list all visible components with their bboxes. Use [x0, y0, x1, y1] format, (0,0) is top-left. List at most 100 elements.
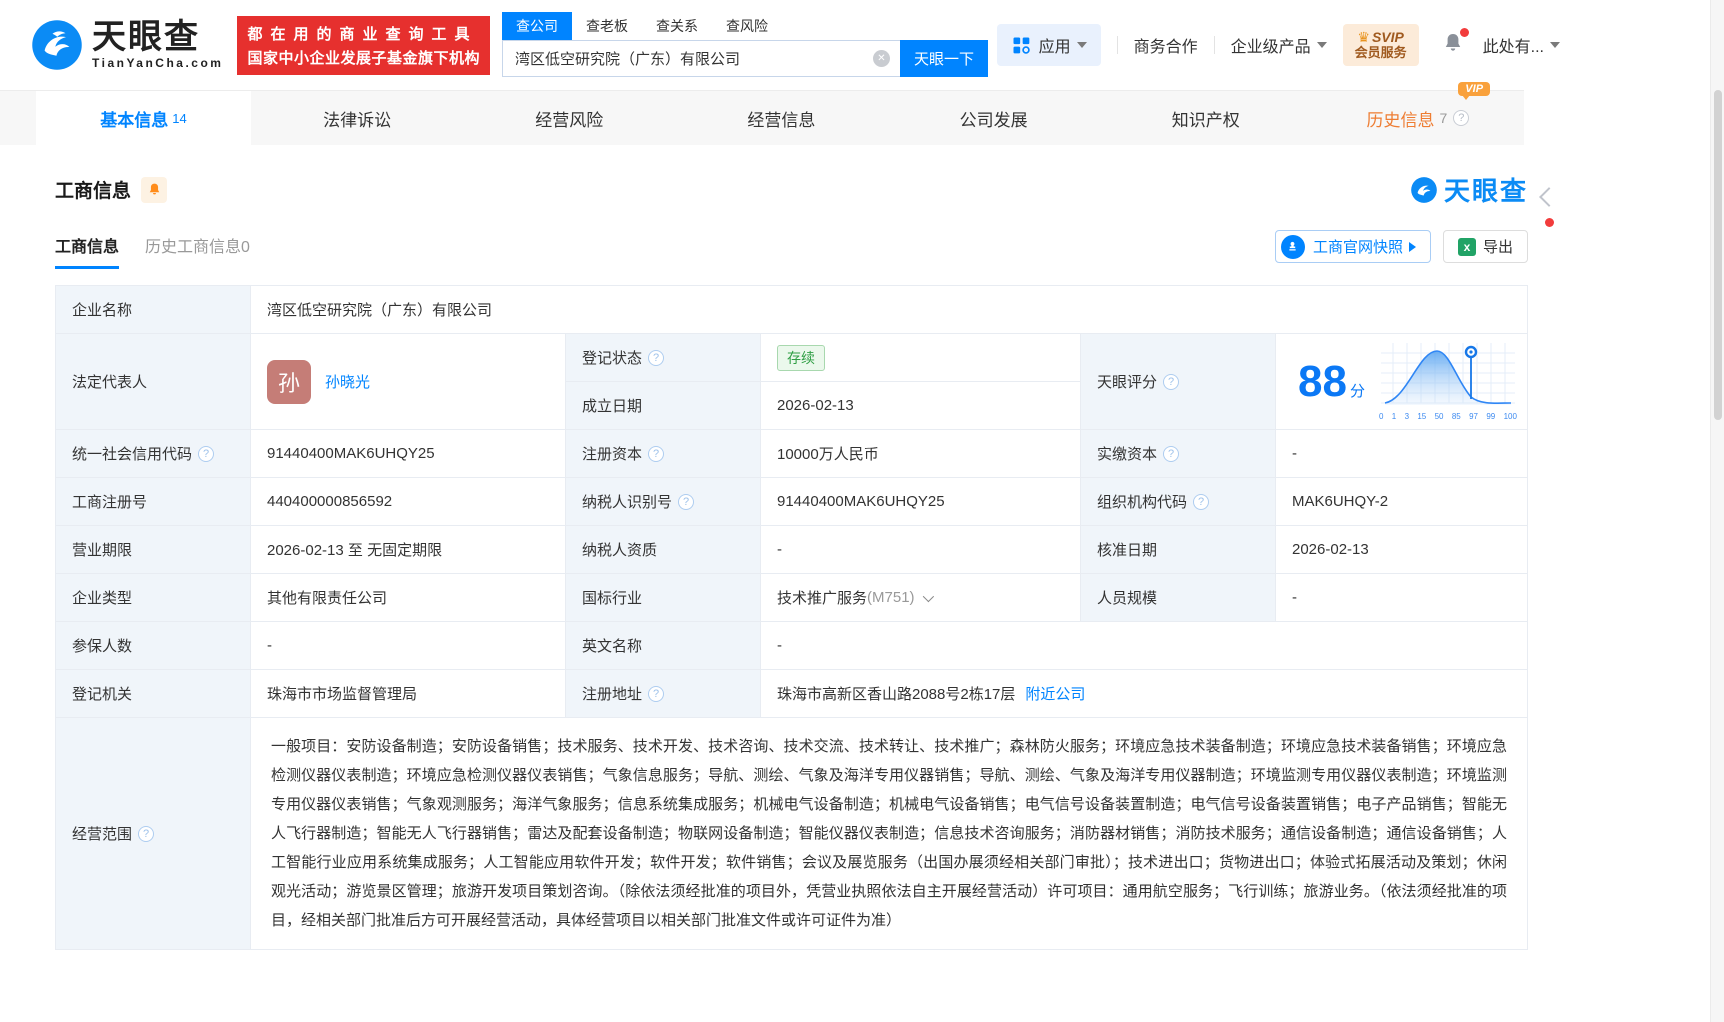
reg-authority-label: 登记机关 — [56, 670, 251, 717]
clear-icon[interactable]: ✕ — [873, 50, 890, 67]
subscribe-bell-button[interactable] — [141, 177, 167, 203]
export-button[interactable]: x 导出 — [1443, 230, 1528, 263]
chevron-down-icon — [1077, 42, 1087, 48]
excel-icon: x — [1458, 238, 1476, 256]
header-right: 应用 商务合作 企业级产品 ♛SVIP 会员服务 — [997, 24, 1560, 66]
help-icon[interactable]: ? — [648, 686, 664, 702]
official-snapshot-button[interactable]: 工商官网快照 — [1275, 230, 1431, 263]
chevron-left-icon — [1539, 187, 1559, 207]
table-row: 工商注册号 440400000856592 纳税人识别号? 91440400MA… — [56, 478, 1527, 526]
apps-button[interactable]: 应用 — [997, 24, 1101, 66]
table-row: 法定代表人 孙 孙晓光 登记状态 ? 存续 — [56, 334, 1527, 430]
search-tab-relation[interactable]: 查关系 — [642, 12, 712, 40]
tab-legal-proceedings[interactable]: 法律诉讼 — [251, 91, 463, 145]
help-icon[interactable]: ? — [1163, 374, 1179, 390]
slogan-line-2: 国家中小企业发展子基金旗下机构 — [247, 47, 480, 68]
svip-badge[interactable]: ♛SVIP 会员服务 — [1343, 24, 1419, 66]
tab-operation-info[interactable]: 经营信息 — [675, 91, 887, 145]
search-tab-boss[interactable]: 查老板 — [572, 12, 642, 40]
search-button[interactable]: 天眼一下 — [900, 40, 988, 77]
nearby-companies-link[interactable]: 附近公司 — [1025, 683, 1085, 704]
company-type-value: 其他有限责任公司 — [251, 574, 566, 621]
score-distribution-chart: 0131550859799100 — [1379, 343, 1517, 421]
tab-intellectual-property[interactable]: 知识产权 — [1100, 91, 1312, 145]
help-icon[interactable]: ? — [1163, 446, 1179, 462]
help-icon[interactable]: ? — [138, 826, 154, 842]
tab-history-info[interactable]: VIP 历史信息 7 ? — [1312, 91, 1524, 145]
table-row: 经营范围? 一般项目：安防设备制造；安防设备销售；技术服务、技术开发、技术咨询、… — [56, 718, 1527, 949]
table-row: 企业类型 其他有限责任公司 国标行业 技术推广服务 (M751) 人员规模 - — [56, 574, 1527, 622]
watermark-logo: 天眼查 — [1410, 171, 1528, 208]
table-row: 统一社会信用代码? 91440400MAK6UHQY25 注册资本? 10000… — [56, 430, 1527, 478]
play-icon — [1409, 242, 1416, 252]
establish-date-label: 成立日期 — [566, 382, 761, 429]
tianyancha-page: 天眼查 TianYanCha.com 都在用的商业查询工具 国家中小企业发展子基… — [0, 0, 1724, 1022]
brand-domain: TianYanCha.com — [92, 56, 223, 70]
stamp-icon — [1281, 235, 1305, 259]
scrollbar-track[interactable] — [1710, 0, 1724, 1022]
search-tab-company[interactable]: 查公司 — [502, 12, 572, 40]
help-icon[interactable]: ? — [678, 494, 694, 510]
help-icon[interactable]: ? — [648, 350, 664, 366]
bell-icon — [147, 182, 162, 197]
user-menu[interactable]: 此处有... — [1483, 33, 1560, 57]
taxpayer-quality-value: - — [761, 526, 1081, 573]
legal-rep-link[interactable]: 孙晓光 — [325, 371, 370, 392]
help-icon[interactable]: ? — [648, 446, 664, 462]
search-area: 查公司 查老板 查关系 查风险 ✕ 天眼一下 — [502, 14, 988, 77]
logo[interactable]: 天眼查 TianYanCha.com — [30, 18, 223, 72]
chart-axis-ticks: 0131550859799100 — [1379, 412, 1517, 421]
business-cooperation-link[interactable]: 商务合作 — [1134, 33, 1198, 57]
table-row: 登记机关 珠海市市场监督管理局 注册地址? 珠海市高新区香山路2088号2栋17… — [56, 670, 1527, 718]
help-icon[interactable]: ? — [1193, 494, 1209, 510]
notification-bell[interactable] — [1441, 31, 1465, 60]
chevron-down-icon — [1550, 42, 1560, 48]
tab-count: 14 — [172, 111, 186, 126]
uscc-label: 统一社会信用代码? — [56, 430, 251, 477]
status-badge: 存续 — [777, 345, 825, 371]
taxpayer-quality-label: 纳税人资质 — [566, 526, 761, 573]
scope-label: 经营范围? — [56, 718, 251, 949]
help-icon[interactable]: ? — [198, 446, 214, 462]
chevron-down-icon — [1317, 42, 1327, 48]
legal-rep-cell: 孙 孙晓光 — [251, 334, 566, 429]
search-input[interactable] — [502, 40, 900, 77]
org-code-label: 组织机构代码? — [1081, 478, 1276, 525]
enterprise-products-link[interactable]: 企业级产品 — [1231, 33, 1327, 57]
industry-label: 国标行业 — [566, 574, 761, 621]
business-info-table: 企业名称 湾区低空研究院（广东）有限公司 法定代表人 孙 孙晓光 登记状态 ? — [55, 285, 1528, 950]
brand-name: 天眼查 — [92, 20, 223, 54]
tab-company-development[interactable]: 公司发展 — [888, 91, 1100, 145]
score-label: 天眼评分 ? — [1081, 334, 1276, 429]
section-title: 工商信息 — [55, 176, 131, 203]
table-row: 营业期限 2026-02-13 至 无固定期限 纳税人资质 - 核准日期 202… — [56, 526, 1527, 574]
staff-size-label: 人员规模 — [1081, 574, 1276, 621]
help-icon[interactable]: ? — [1453, 110, 1469, 126]
industry-code: (M751) — [867, 589, 915, 606]
apps-label: 应用 — [1039, 33, 1071, 57]
tab-basic-info[interactable]: 基本信息 14 — [36, 91, 251, 145]
subtab-history-business-info[interactable]: 历史工商信息0 — [145, 233, 250, 269]
company-type-label: 企业类型 — [56, 574, 251, 621]
uscc-value: 91440400MAK6UHQY25 — [251, 430, 566, 477]
insured-value: - — [251, 622, 566, 669]
table-row: 参保人数 - 英文名称 - — [56, 622, 1527, 670]
watermark-text: 天眼查 — [1444, 171, 1528, 208]
address-label: 注册地址? — [566, 670, 761, 717]
subtab-business-info[interactable]: 工商信息 — [55, 233, 119, 269]
notification-dot — [1545, 218, 1554, 227]
reg-status-cell: 存续 — [761, 334, 1081, 381]
collapsed-side-widget[interactable] — [1542, 190, 1556, 227]
english-name-label: 英文名称 — [566, 622, 761, 669]
avatar[interactable]: 孙 — [267, 360, 311, 404]
establish-date-value: 2026-02-13 — [761, 382, 1081, 429]
reg-authority-value: 珠海市市场监督管理局 — [251, 670, 566, 717]
search-tab-risk[interactable]: 查风险 — [712, 12, 782, 40]
tab-operation-risk[interactable]: 经营风险 — [463, 91, 675, 145]
notification-dot — [1460, 28, 1469, 37]
expand-chevron-icon[interactable] — [922, 590, 933, 601]
address-value: 珠海市高新区香山路2088号2栋17层 附近公司 — [761, 670, 1527, 717]
taxpayer-id-label: 纳税人识别号? — [566, 478, 761, 525]
main-content: 工商信息 天眼查 工商信息 历史工商信息0 — [0, 171, 1724, 950]
scrollbar-thumb[interactable] — [1714, 90, 1722, 420]
